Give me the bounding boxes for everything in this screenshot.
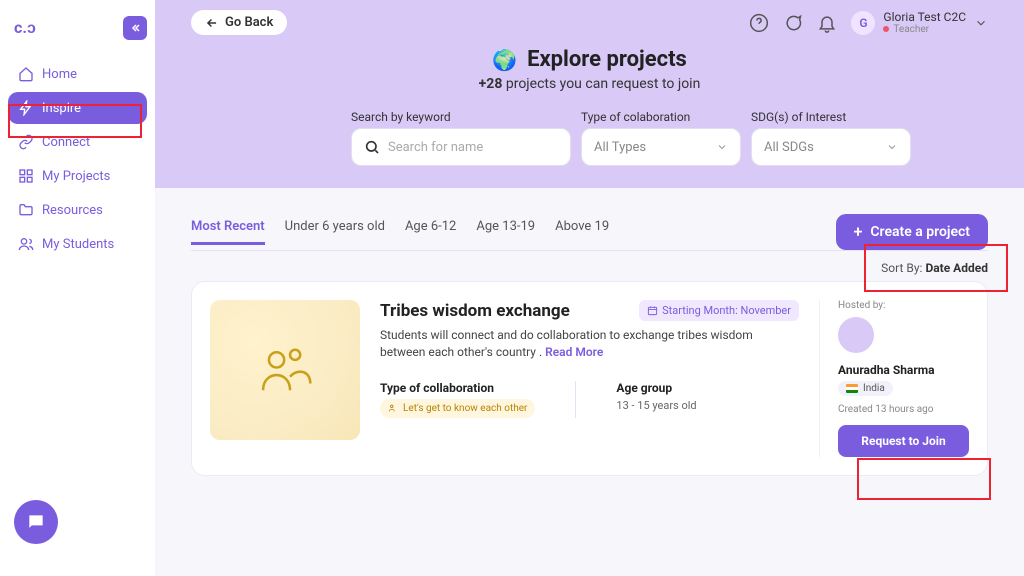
- user-name: Gloria Test C2C: [883, 10, 966, 24]
- grid-icon: [18, 168, 34, 184]
- logo-icon: c.ɔ: [14, 18, 36, 38]
- sidebar-item-label: Inspire: [42, 101, 81, 116]
- age-heading: Age group: [616, 381, 696, 395]
- search-input[interactable]: Search for name: [351, 128, 571, 166]
- type-select[interactable]: All Types: [581, 128, 741, 166]
- people-icon: [258, 344, 312, 396]
- tab-under-6[interactable]: Under 6 years old: [285, 219, 385, 245]
- chevron-down-icon: [886, 141, 898, 153]
- sidebar-item-label: My Students: [42, 237, 114, 252]
- go-back-button[interactable]: Go Back: [191, 10, 287, 35]
- sidebar-collapse-button[interactable]: [123, 16, 147, 40]
- hosted-by-label: Hosted by:: [838, 300, 969, 311]
- search-icon: [364, 139, 380, 155]
- sdg-label: SDG(s) of Interest: [751, 110, 911, 124]
- help-icon[interactable]: [749, 13, 769, 33]
- age-tabs: Most Recent Under 6 years old Age 6-12 A…: [191, 219, 609, 245]
- sidebar-item-home[interactable]: Home: [8, 58, 147, 90]
- chevron-down-icon: [716, 141, 728, 153]
- collab-heading: Type of collaboration: [380, 381, 535, 395]
- collab-tag: Let's get to know each other: [380, 399, 535, 418]
- globe-icon: 🌍: [492, 48, 517, 72]
- users-icon: [18, 236, 34, 252]
- sidebar-item-inspire[interactable]: Inspire: [8, 92, 147, 124]
- starting-month-badge: Starting Month: November: [639, 300, 799, 321]
- sort-by[interactable]: Sort By: Date Added: [155, 251, 1024, 281]
- sidebar-item-resources[interactable]: Resources: [8, 194, 147, 226]
- project-thumbnail: [210, 300, 360, 440]
- page-title: 🌍 Explore projects: [191, 47, 988, 72]
- sidebar-item-label: Home: [42, 67, 77, 82]
- sidebar-item-label: Resources: [42, 203, 103, 218]
- read-more-link[interactable]: Read More: [545, 345, 603, 359]
- tab-most-recent[interactable]: Most Recent: [191, 219, 265, 245]
- project-description: Students will connect and do collaborati…: [380, 327, 799, 361]
- tab-above-19[interactable]: Above 19: [555, 219, 609, 245]
- chat-bubble-icon: [26, 512, 46, 532]
- sidebar-item-my-students[interactable]: My Students: [8, 228, 147, 260]
- chevron-down-icon: [974, 16, 988, 30]
- page-subtitle: +28 projects you can request to join: [191, 76, 988, 92]
- sidebar-item-connect[interactable]: Connect: [8, 126, 147, 158]
- hero: Go Back G Gloria Test C2C Teacher: [155, 0, 1024, 188]
- calendar-icon: [647, 305, 658, 316]
- project-title: Tribes wisdom exchange: [380, 301, 570, 321]
- tab-6-12[interactable]: Age 6-12: [405, 219, 456, 245]
- users-icon: [388, 403, 398, 413]
- chat-icon[interactable]: [783, 13, 803, 33]
- host-country: India: [838, 381, 893, 396]
- project-card: Tribes wisdom exchange Starting Month: N…: [191, 281, 988, 476]
- sidebar: c.ɔ Home Inspire Connect My Projects Res…: [0, 0, 155, 576]
- type-label: Type of colaboration: [581, 110, 741, 124]
- main-area: Go Back G Gloria Test C2C Teacher: [155, 0, 1024, 576]
- sdg-select[interactable]: All SDGs: [751, 128, 911, 166]
- tab-13-19[interactable]: Age 13-19: [476, 219, 535, 245]
- keyword-label: Search by keyword: [351, 110, 571, 124]
- plus-icon: +: [854, 224, 863, 240]
- create-project-button[interactable]: + Create a project: [836, 214, 988, 250]
- folder-icon: [18, 202, 34, 218]
- go-back-label: Go Back: [225, 15, 273, 30]
- user-menu[interactable]: G Gloria Test C2C Teacher: [851, 10, 988, 35]
- link-icon: [18, 134, 34, 150]
- sidebar-item-my-projects[interactable]: My Projects: [8, 160, 147, 192]
- posted-time: Created 13 hours ago: [838, 404, 969, 415]
- sidebar-item-label: My Projects: [42, 169, 110, 184]
- home-icon: [18, 66, 34, 82]
- india-flag-icon: [846, 384, 858, 393]
- host-avatar: [838, 317, 874, 353]
- user-role: Teacher: [883, 24, 966, 35]
- bell-icon[interactable]: [817, 13, 837, 33]
- bolt-icon: [18, 100, 34, 116]
- age-value: 13 - 15 years old: [616, 399, 696, 412]
- request-to-join-button[interactable]: Request to Join: [838, 425, 969, 457]
- avatar: G: [851, 11, 875, 35]
- host-name: Anuradha Sharma: [838, 363, 969, 377]
- sidebar-item-label: Connect: [42, 135, 90, 150]
- chat-fab[interactable]: [14, 500, 58, 544]
